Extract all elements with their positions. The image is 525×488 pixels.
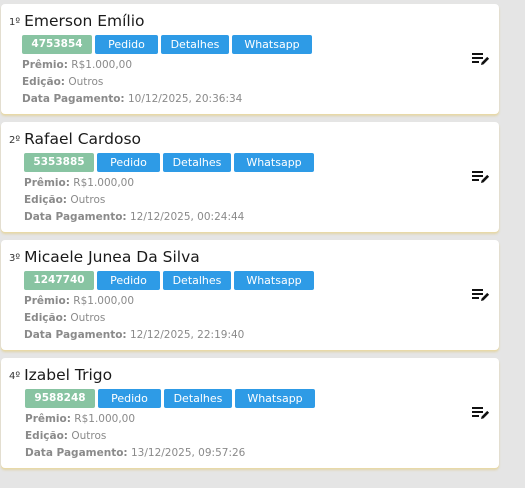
whatsapp-button[interactable]: Whatsapp bbox=[235, 389, 315, 408]
edicao-line: Edição: Outros bbox=[25, 428, 106, 445]
winner-card: 4º Izabel Trigo 9588248 Pedido Detalhes … bbox=[1, 358, 499, 468]
premio-line: Prêmio: R$1.000,00 bbox=[24, 175, 134, 192]
data-pagamento-value: 12/12/2025, 22:19:40 bbox=[129, 329, 245, 341]
data-pagamento-value: 12/12/2025, 00:24:44 bbox=[129, 211, 245, 223]
winner-name: Rafael Cardoso bbox=[24, 130, 142, 148]
edicao-label: Edição: bbox=[22, 76, 66, 88]
edit-list-icon[interactable] bbox=[472, 406, 490, 420]
premio-label: Prêmio: bbox=[24, 295, 70, 307]
data-pagamento-label: Data Pagamento: bbox=[25, 447, 128, 459]
detalhes-button[interactable]: Detalhes bbox=[161, 35, 229, 54]
data-pagamento-value: 10/12/2025, 20:36:34 bbox=[127, 93, 243, 105]
premio-line: Prêmio: R$1.000,00 bbox=[24, 293, 134, 310]
premio-value: R$1.000,00 bbox=[74, 413, 136, 425]
edicao-value: Outros bbox=[70, 312, 106, 324]
pedido-button[interactable]: Pedido bbox=[95, 35, 158, 54]
detalhes-button[interactable]: Detalhes bbox=[164, 389, 232, 408]
premio-label: Prêmio: bbox=[25, 413, 71, 425]
edicao-line: Edição: Outros bbox=[24, 310, 105, 327]
order-code-badge: 9588248 bbox=[25, 389, 95, 408]
premio-label: Prêmio: bbox=[22, 59, 68, 71]
winners-list: 1º Emerson Emílio 4753854 Pedido Detalhe… bbox=[0, 0, 525, 488]
edicao-value: Outros bbox=[70, 194, 106, 206]
data-pagamento-line: Data Pagamento: 10/12/2025, 20:36:34 bbox=[22, 91, 242, 108]
data-pagamento-value: 13/12/2025, 09:57:26 bbox=[130, 447, 246, 459]
rank-label: 1º bbox=[9, 17, 21, 28]
pedido-button[interactable]: Pedido bbox=[97, 271, 160, 290]
pedido-button[interactable]: Pedido bbox=[98, 389, 161, 408]
edicao-label: Edição: bbox=[24, 194, 68, 206]
rank-label: 3º bbox=[9, 253, 21, 264]
premio-line: Prêmio: R$1.000,00 bbox=[25, 411, 135, 428]
edit-list-icon[interactable] bbox=[472, 52, 490, 66]
whatsapp-button[interactable]: Whatsapp bbox=[234, 271, 314, 290]
detalhes-button[interactable]: Detalhes bbox=[163, 271, 231, 290]
order-code-badge: 4753854 bbox=[22, 35, 92, 54]
premio-value: R$1.000,00 bbox=[73, 177, 135, 189]
winner-name: Emerson Emílio bbox=[24, 12, 145, 30]
data-pagamento-line: Data Pagamento: 12/12/2025, 00:24:44 bbox=[24, 209, 244, 226]
data-pagamento-label: Data Pagamento: bbox=[24, 329, 127, 341]
edit-list-icon[interactable] bbox=[472, 170, 490, 184]
data-pagamento-line: Data Pagamento: 13/12/2025, 09:57:26 bbox=[25, 445, 245, 462]
edicao-value: Outros bbox=[68, 76, 104, 88]
premio-value: R$1.000,00 bbox=[71, 59, 133, 71]
winner-card: 1º Emerson Emílio 4753854 Pedido Detalhe… bbox=[1, 4, 499, 114]
data-pagamento-label: Data Pagamento: bbox=[24, 211, 127, 223]
rank-label: 2º bbox=[9, 135, 21, 146]
detalhes-button[interactable]: Detalhes bbox=[163, 153, 231, 172]
premio-value: R$1.000,00 bbox=[73, 295, 135, 307]
edicao-label: Edição: bbox=[24, 312, 68, 324]
data-pagamento-line: Data Pagamento: 12/12/2025, 22:19:40 bbox=[24, 327, 244, 344]
winner-name: Micaele Junea Da Silva bbox=[24, 248, 200, 266]
order-code-badge: 1247740 bbox=[24, 271, 94, 290]
edicao-line: Edição: Outros bbox=[22, 74, 103, 91]
data-pagamento-label: Data Pagamento: bbox=[22, 93, 125, 105]
pedido-button[interactable]: Pedido bbox=[97, 153, 160, 172]
edit-list-icon[interactable] bbox=[472, 288, 490, 302]
premio-line: Prêmio: R$1.000,00 bbox=[22, 57, 132, 74]
premio-label: Prêmio: bbox=[24, 177, 70, 189]
winner-card: 2º Rafael Cardoso 5353885 Pedido Detalhe… bbox=[1, 122, 499, 232]
edicao-label: Edição: bbox=[25, 430, 69, 442]
rank-label: 4º bbox=[9, 371, 21, 382]
edicao-line: Edição: Outros bbox=[24, 192, 105, 209]
winner-card: 3º Micaele Junea Da Silva 1247740 Pedido… bbox=[1, 240, 499, 350]
edicao-value: Outros bbox=[71, 430, 107, 442]
whatsapp-button[interactable]: Whatsapp bbox=[234, 153, 314, 172]
order-code-badge: 5353885 bbox=[24, 153, 94, 172]
whatsapp-button[interactable]: Whatsapp bbox=[232, 35, 312, 54]
winner-name: Izabel Trigo bbox=[24, 366, 113, 384]
